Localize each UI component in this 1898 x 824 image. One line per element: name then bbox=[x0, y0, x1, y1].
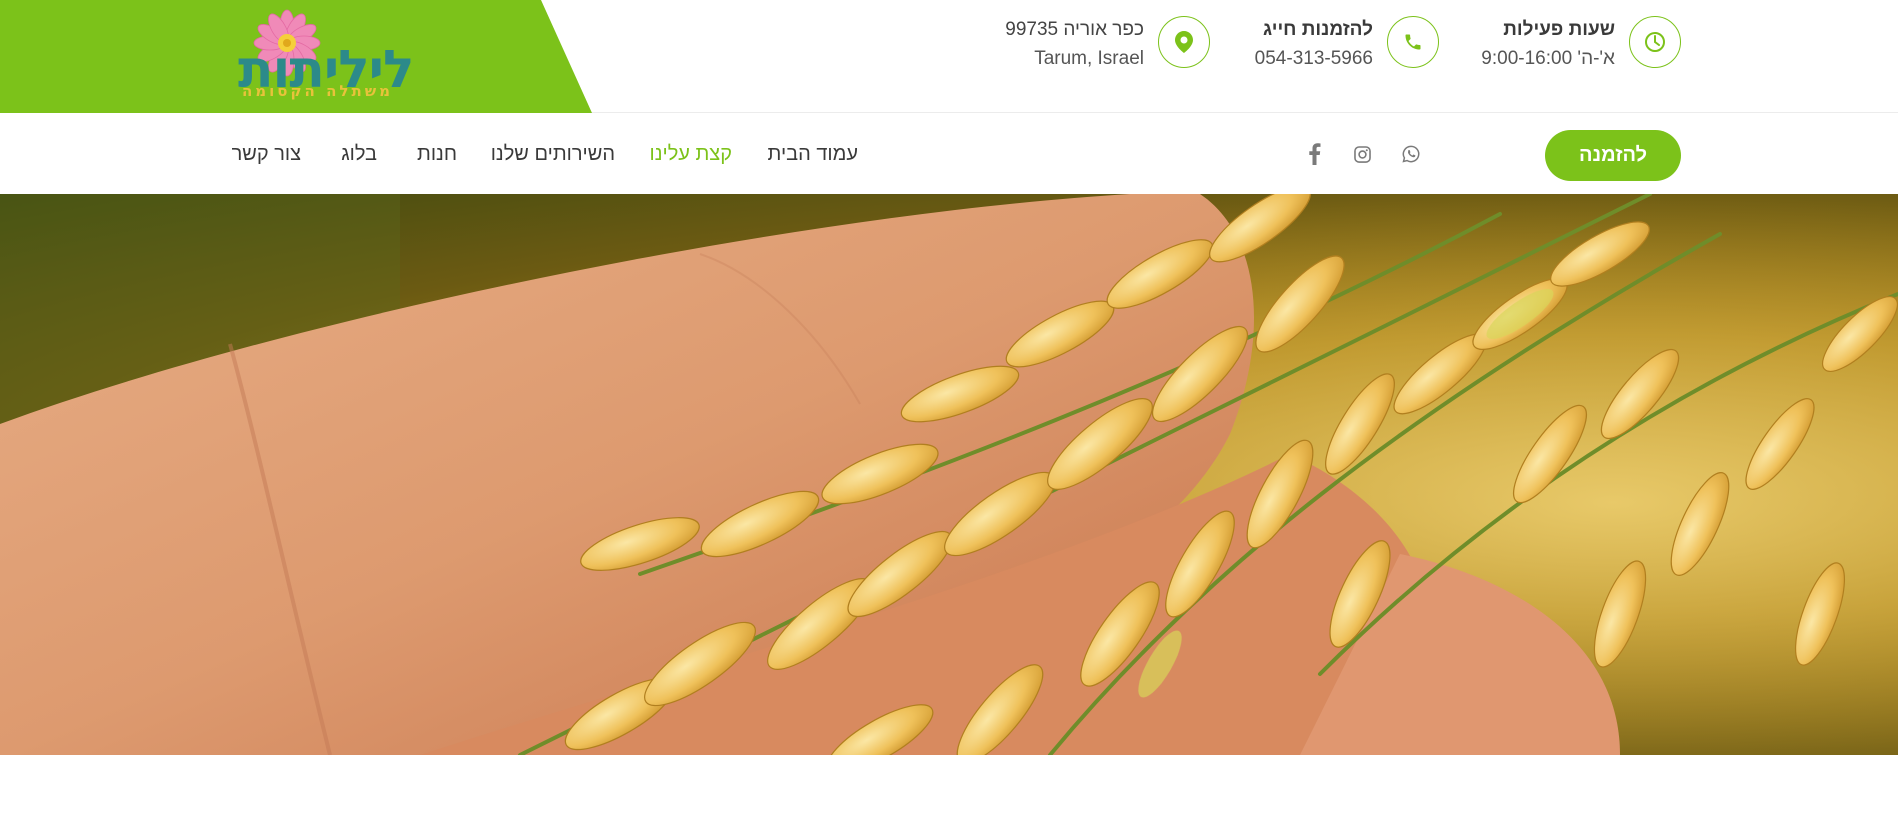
opening-hours: שעות פעילות א'-ה' 9:00-16:00 bbox=[1481, 16, 1681, 70]
nav-item-about[interactable]: קצת עלינו bbox=[650, 143, 732, 166]
order-button[interactable]: להזמנה bbox=[1545, 130, 1681, 181]
hours-title: שעות פעילות bbox=[1503, 19, 1615, 40]
nav-item-home[interactable]: עמוד הבית bbox=[768, 143, 858, 166]
instagram-icon[interactable] bbox=[1349, 141, 1375, 167]
nav-item-shop[interactable]: חנות bbox=[417, 143, 457, 166]
map-pin-icon bbox=[1158, 16, 1210, 68]
site-logo[interactable]: ליליתות משתלה הקסומה bbox=[236, 6, 416, 102]
rice-grains-photo bbox=[0, 194, 1898, 755]
facebook-icon[interactable] bbox=[1301, 141, 1327, 167]
phone-title: להזמנות חייג bbox=[1262, 19, 1373, 40]
main-navigation: עמוד הבית קצת עלינו השירותים שלנו חנות ב… bbox=[0, 113, 1898, 194]
phone-icon bbox=[1387, 16, 1439, 68]
nav-item-contact[interactable]: צור קשר bbox=[232, 143, 301, 166]
nav-item-services[interactable]: השירותים שלנו bbox=[491, 143, 615, 166]
address-line2: Tarum, Israel bbox=[1034, 48, 1144, 69]
address-line1: כפר אוריה 99735 bbox=[1005, 19, 1144, 40]
phone-value[interactable]: 054-313-5966 bbox=[1255, 44, 1373, 74]
clock-icon bbox=[1629, 16, 1681, 68]
whatsapp-icon[interactable] bbox=[1398, 141, 1424, 167]
hours-value: א'-ה' 9:00-16:00 bbox=[1481, 48, 1615, 69]
hero-image bbox=[0, 194, 1898, 755]
address: כפר אוריה 99735 Tarum, Israel bbox=[1005, 16, 1210, 70]
logo-tagline: משתלה הקסומה bbox=[242, 82, 393, 100]
nav-item-blog[interactable]: בלוג bbox=[341, 143, 377, 166]
order-phone[interactable]: להזמנות חייג 054-313-5966 bbox=[1255, 16, 1439, 70]
top-header: ליליתות משתלה הקסומה שעות פעילות א'-ה' 9… bbox=[0, 0, 1898, 113]
